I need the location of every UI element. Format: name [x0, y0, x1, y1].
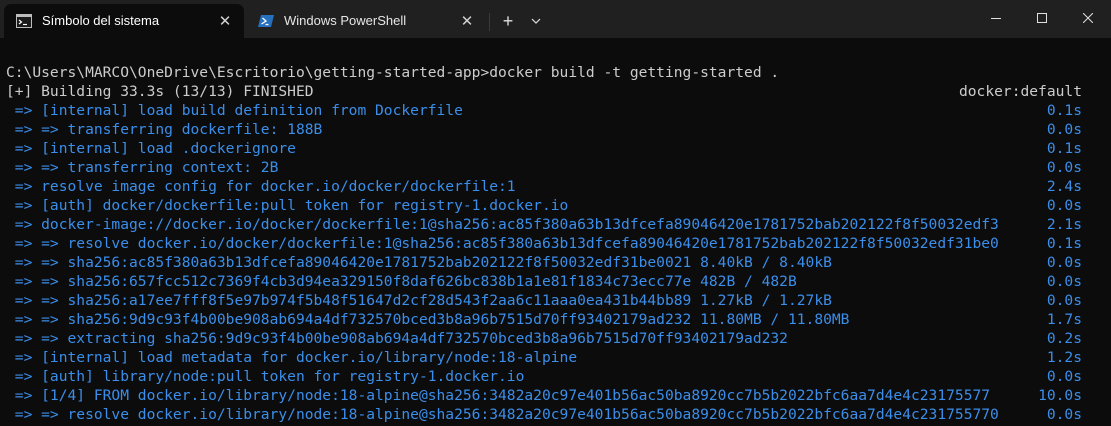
build-step-line: => [internal] load .dockerignore 0.1s: [6, 139, 1082, 158]
build-step-time: 0.0s: [1046, 273, 1082, 290]
build-step-line: => => sha256:9d9c93f4b00be908ab694a4df73…: [6, 310, 1082, 329]
new-tab-button[interactable]: +: [494, 8, 522, 34]
cmd-icon: [16, 14, 32, 28]
powershell-icon: [258, 14, 274, 28]
build-step-line: => [1/4] FROM docker.io/library/node:18-…: [6, 386, 1082, 405]
build-step-time: 0.1s: [1046, 140, 1082, 157]
build-step-text: => => sha256:9d9c93f4b00be908ab694a4df73…: [6, 311, 850, 328]
build-step-time: 0.0s: [1046, 406, 1082, 423]
build-step-line: => => transferring context: 2B 0.0s: [6, 158, 1082, 177]
build-step-line: => => sha256:657fcc512c7369f4cb3d94ea329…: [6, 272, 1082, 291]
build-step-time: 0.0s: [1046, 368, 1082, 385]
close-tab-icon[interactable]: ✕: [212, 8, 238, 34]
build-step-time: 0.0s: [1046, 254, 1082, 271]
build-step-text: => [1/4] FROM docker.io/library/node:18-…: [6, 387, 991, 404]
maximize-button[interactable]: [1019, 0, 1065, 36]
tab-windows-powershell[interactable]: Windows PowerShell ✕: [246, 4, 486, 38]
prompt-line: C:\Users\MARCO\OneDrive\Escritorio\getti…: [6, 63, 1082, 82]
build-step-line: => => resolve docker.io/library/node:18-…: [6, 405, 1082, 424]
build-step-text: => => transferring dockerfile: 188B: [6, 121, 323, 138]
build-step-time: 0.1s: [1046, 102, 1082, 119]
build-step-line: => => resolve docker.io/docker/dockerfil…: [6, 234, 1082, 253]
build-step-line: => [internal] load metadata for docker.i…: [6, 348, 1082, 367]
build-step-time: 10.0s: [1038, 387, 1082, 404]
build-step-time: 1.2s: [1046, 349, 1082, 366]
build-step-text: => docker-image://docker.io/docker/docke…: [6, 216, 999, 233]
build-step-text: => => sha256:a17ee7fff8f5e97b974f5b48f51…: [6, 292, 832, 309]
tab-divider: [489, 13, 490, 31]
build-step-line: => [internal] load build definition from…: [6, 101, 1082, 120]
close-icon: [1083, 13, 1093, 23]
build-step-time: 0.0s: [1046, 197, 1082, 214]
build-status: [+] Building 33.3s (13/13) FINISHED: [6, 83, 314, 100]
tab-command-prompt[interactable]: Símbolo del sistema ✕: [4, 4, 244, 38]
build-step-line: => [auth] library/node:pull token for re…: [6, 367, 1082, 386]
build-step-line: => docker-image://docker.io/docker/docke…: [6, 215, 1082, 234]
build-step-time: 0.1s: [1046, 235, 1082, 252]
build-step-time: 2.4s: [1046, 178, 1082, 195]
command-text: C:\Users\MARCO\OneDrive\Escritorio\getti…: [6, 64, 780, 81]
close-tab-icon[interactable]: ✕: [454, 8, 480, 34]
build-step-line: => resolve image config for docker.io/do…: [6, 177, 1082, 196]
build-step-time: 0.0s: [1046, 121, 1082, 138]
title-bar: Símbolo del sistema ✕ Windows PowerShell…: [0, 0, 1111, 38]
chevron-down-icon[interactable]: [522, 8, 550, 34]
tab-label: Símbolo del sistema: [42, 13, 160, 28]
maximize-icon: [1037, 13, 1047, 23]
build-step-text: => [internal] load metadata for docker.i…: [6, 349, 578, 366]
build-step-text: => => resolve docker.io/library/node:18-…: [6, 406, 999, 423]
tab-label: Windows PowerShell: [284, 13, 407, 28]
build-step-text: => => resolve docker.io/docker/dockerfil…: [6, 235, 999, 252]
build-step-text: => [auth] library/node:pull token for re…: [6, 368, 525, 385]
minimize-button[interactable]: [973, 0, 1019, 36]
build-step-time: 0.0s: [1046, 159, 1082, 176]
build-step-text: => => extracting sha256:9d9c93f4b00be908…: [6, 330, 788, 347]
build-step-line: => => extracting sha256:9d9c93f4b00be908…: [6, 329, 1082, 348]
build-step-line: => => sha256:ac85f380a63b13dfcefa8904642…: [6, 253, 1082, 272]
build-step-text: => resolve image config for docker.io/do…: [6, 178, 516, 195]
build-step-time: 1.7s: [1046, 311, 1082, 328]
build-step-line: => [auth] docker/dockerfile:pull token f…: [6, 196, 1082, 215]
build-step-line: => => sha256:a17ee7fff8f5e97b974f5b48f51…: [6, 291, 1082, 310]
build-step-time: 0.0s: [1046, 292, 1082, 309]
build-step-line: => => transferring dockerfile: 188B 0.0s: [6, 120, 1082, 139]
build-step-text: => => sha256:657fcc512c7369f4cb3d94ea329…: [6, 273, 797, 290]
terminal-output[interactable]: C:\Users\MARCO\OneDrive\Escritorio\getti…: [0, 38, 1111, 426]
build-step-time: 2.1s: [1046, 216, 1082, 233]
build-status-line: [+] Building 33.3s (13/13) FINISHED dock…: [6, 82, 1082, 101]
build-step-text: => [internal] load .dockerignore: [6, 140, 296, 157]
builder-name: docker:default: [958, 83, 1082, 100]
build-step-text: => [internal] load build definition from…: [6, 102, 463, 119]
build-step-text: => [auth] docker/dockerfile:pull token f…: [6, 197, 569, 214]
build-step-text: => => sha256:ac85f380a63b13dfcefa8904642…: [6, 254, 832, 271]
minimize-icon: [991, 18, 1001, 19]
build-step-time: 0.2s: [1046, 330, 1082, 347]
close-window-button[interactable]: [1065, 0, 1111, 36]
build-step-text: => => transferring context: 2B: [6, 159, 279, 176]
